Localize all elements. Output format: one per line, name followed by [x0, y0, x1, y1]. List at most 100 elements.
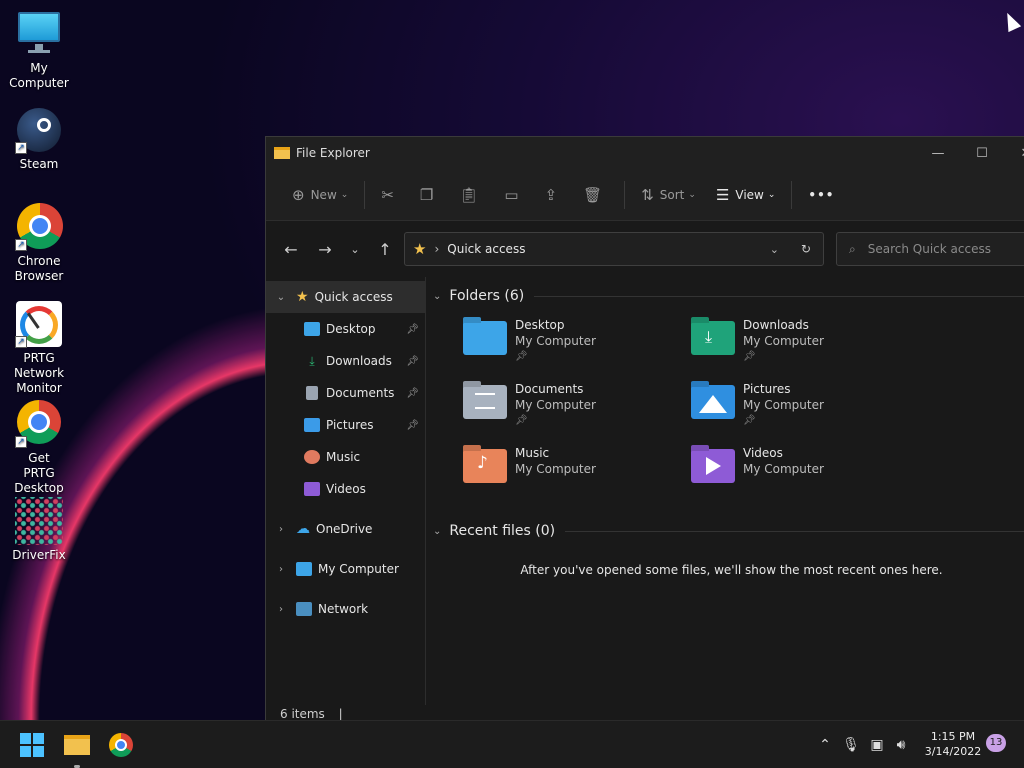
share-button[interactable]: ⇪	[535, 178, 574, 212]
folder-tile-documents[interactable]: Documents My Computer 📌︎	[463, 381, 683, 437]
nav-item-quick-access[interactable]: ⌄ ★ Quick access	[266, 281, 425, 313]
more-options-button[interactable]: •••	[798, 178, 844, 212]
chevron-right-icon: ›	[279, 603, 283, 615]
copy-icon: ❐	[419, 185, 434, 204]
desktop-folder-icon	[304, 322, 320, 336]
folders-group-header[interactable]: ⌄ Folders (6)	[427, 283, 1024, 309]
chevron-right-icon: ›	[279, 563, 283, 575]
microphone-icon[interactable]: 🎙︎	[838, 737, 864, 753]
desktop-icon-my-computer[interactable]: My Computer	[0, 10, 78, 91]
nav-label: My Computer	[318, 562, 399, 576]
desktop-icon-steam[interactable]: ↗ Steam	[0, 106, 78, 172]
toolbar-divider	[624, 180, 626, 209]
folder-tile-videos[interactable]: Videos My Computer	[691, 445, 911, 501]
back-button[interactable]: ←	[276, 240, 306, 259]
recent-header-label: Recent files (0)	[449, 523, 556, 539]
address-history-button[interactable]: ⌄	[770, 243, 779, 256]
nav-item-downloads[interactable]: ⤓ Downloads 📌︎	[266, 345, 425, 377]
sort-button[interactable]: ⇅ Sort ⌄	[631, 178, 706, 212]
nav-item-documents[interactable]: Documents 📌︎	[266, 377, 425, 409]
folder-location: My Computer	[515, 462, 596, 476]
recent-locations-button[interactable]: ⌄	[340, 243, 370, 256]
minimize-button[interactable]: —	[916, 137, 960, 169]
forward-button[interactable]: →	[310, 240, 340, 259]
show-hidden-icons-button[interactable]: ⌃	[812, 737, 838, 753]
delete-button[interactable]: 🗑︎	[573, 178, 618, 212]
chrome-icon	[109, 733, 133, 757]
videos-folder-icon	[691, 449, 735, 483]
cut-button[interactable]: ✂	[371, 178, 410, 212]
star-icon: ★	[296, 289, 309, 305]
desktop-icon-driverfix[interactable]: DriverFix	[0, 497, 78, 563]
folder-tile-music[interactable]: ♪ Music My Computer	[463, 445, 683, 501]
mouse-cursor-icon	[1000, 9, 1022, 33]
nav-item-my-computer[interactable]: › My Computer	[266, 553, 425, 585]
breadcrumb-separator-icon: ›	[434, 242, 440, 256]
nav-item-network[interactable]: › Network	[266, 593, 425, 625]
taskbar: ⌃ 🎙︎ ▣ 🔊︎ 1:15 PM 3/14/2022	[0, 720, 1024, 768]
cloud-icon: ☁	[296, 521, 310, 537]
recent-empty-message: After you've opened some files, we'll sh…	[520, 563, 943, 577]
taskbar-file-explorer[interactable]	[61, 729, 93, 768]
desktop-icon-label: PRTG Network Monitor	[13, 351, 65, 395]
maximize-button[interactable]: ☐	[960, 137, 1004, 169]
status-divider: |	[338, 707, 343, 721]
address-bar[interactable]: ★ › Quick access ⌄ ↻	[404, 232, 824, 266]
start-button[interactable]	[16, 729, 48, 761]
up-button[interactable]: ↑	[370, 240, 400, 259]
pin-icon: 📌︎	[406, 387, 419, 399]
folder-name: Music	[515, 446, 550, 460]
desktop-icon-prtg-network-monitor[interactable]: ↗ PRTG Network Monitor	[0, 300, 78, 396]
chevron-right-icon: ›	[279, 523, 283, 535]
more-icon: •••	[808, 187, 835, 202]
steam-icon: ↗	[15, 106, 63, 154]
folder-location: My Computer	[743, 398, 824, 412]
title-bar[interactable]: File Explorer	[266, 137, 1024, 169]
close-button[interactable]: ✕	[1004, 137, 1024, 169]
nav-item-music[interactable]: Music	[266, 441, 425, 473]
desktop-icon-chrone-browser[interactable]: ↗ Chrone Browser	[0, 203, 78, 284]
search-icon: ⌕	[849, 241, 856, 256]
paste-button[interactable]: 📋︎	[449, 178, 494, 212]
taskbar-chrome[interactable]	[105, 729, 137, 761]
desktop-icon-get-prtg-desktop[interactable]: ↗ Get PRTG Desktop	[0, 400, 78, 496]
clipboard-icon: 📋︎	[459, 185, 479, 204]
refresh-button[interactable]: ↻	[801, 242, 811, 256]
nav-item-desktop[interactable]: Desktop 📌︎	[266, 313, 425, 345]
folders-header-label: Folders (6)	[449, 288, 525, 304]
chrome-icon: ↗	[15, 203, 63, 251]
chevron-down-icon: ⌄	[433, 525, 442, 537]
document-icon	[306, 386, 318, 400]
nav-label: Network	[318, 602, 369, 616]
copy-button[interactable]: ❐	[410, 178, 449, 212]
search-input[interactable]: ⌕ Search Quick access	[836, 232, 1024, 266]
volume-icon[interactable]: 🔊︎	[890, 737, 912, 753]
recent-files-group-header[interactable]: ⌄ Recent files (0)	[427, 518, 1024, 544]
nav-item-onedrive[interactable]: › ☁ OneDrive	[266, 513, 425, 545]
system-tray: ⌃ 🎙︎ ▣ 🔊︎	[812, 721, 912, 768]
nav-item-pictures[interactable]: Pictures 📌︎	[266, 409, 425, 441]
sort-icon: ⇅	[641, 185, 654, 204]
folder-name: Videos	[743, 446, 783, 460]
toolbar-divider	[791, 180, 793, 209]
folder-tile-desktop[interactable]: Desktop My Computer 📌︎	[463, 317, 683, 373]
gauge-icon: ↗	[15, 300, 63, 348]
folder-icon	[274, 147, 290, 159]
new-button[interactable]: ⊕ New ⌄	[282, 178, 358, 212]
clock[interactable]: 1:15 PM 3/14/2022	[920, 729, 986, 759]
star-icon: ★	[413, 240, 427, 258]
network-status-icon[interactable]: ▣	[864, 737, 890, 753]
rename-button[interactable]: ▭	[494, 178, 534, 212]
shortcut-arrow-icon: ↗	[15, 239, 27, 251]
search-placeholder: Search Quick access	[867, 242, 991, 256]
documents-folder-icon	[463, 385, 507, 419]
folder-name: Pictures	[743, 382, 791, 396]
download-icon: ⤓	[309, 353, 315, 368]
notification-badge[interactable]: 13	[986, 734, 1006, 752]
folder-tile-pictures[interactable]: Pictures My Computer 📌︎	[691, 381, 911, 437]
monitor-icon	[296, 562, 312, 576]
folder-tile-downloads[interactable]: ⤓ Downloads My Computer 📌︎	[691, 317, 911, 373]
view-button[interactable]: ☰ View ⌄	[706, 178, 785, 212]
downloads-folder-icon: ⤓	[691, 321, 735, 355]
nav-item-videos[interactable]: Videos	[266, 473, 425, 505]
